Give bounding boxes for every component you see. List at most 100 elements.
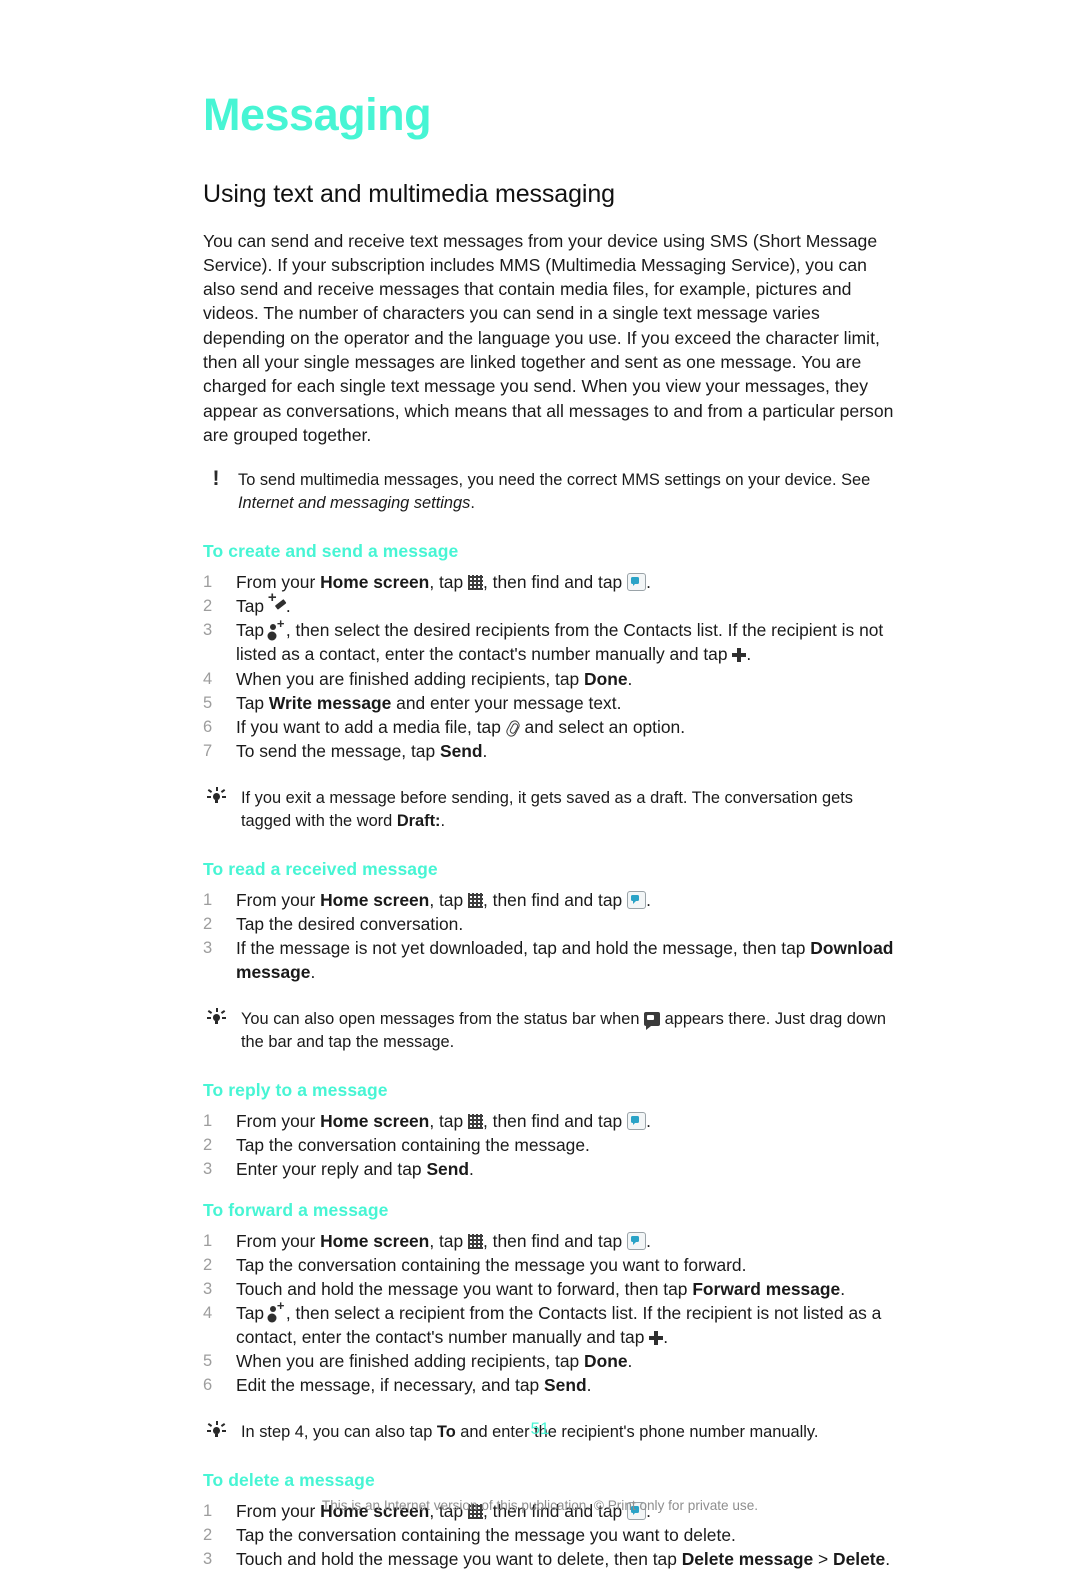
step-text: , tap [429,889,468,910]
step-number: 5 [203,1352,213,1371]
tip-status-bar: You can also open messages from the stat… [203,1008,903,1054]
note-italic-reference: Internet and messaging settings [238,494,471,513]
step-bold: Home screen [320,1111,430,1132]
step-number: 7 [203,741,213,760]
step-text: , tap [429,572,468,593]
steps-read-received: 1 From your Home screen, tap , then find … [203,888,903,984]
step-number: 1 [203,890,213,909]
step-bold: Forward message [692,1278,841,1299]
step-text: . [627,668,633,689]
step-item: 2 Tap . [203,590,903,618]
step-item: 3 Enter your reply and tap Send. [203,1157,903,1181]
step-bold: Send [426,1159,469,1180]
step-text: . [646,572,651,593]
step-item: 6 Edit the message, if necessary, and tap… [203,1373,903,1397]
step-item: 3 Touch and hold the message you want to … [203,1277,903,1301]
procedure-title-create-send: To create and send a message [203,541,459,562]
add-contact-icon [269,1298,286,1321]
step-text: , tap [429,1111,468,1132]
step-text: Tap [236,692,269,713]
messaging-app-icon [627,573,647,592]
step-item: 3 Tap , then select the desired recipient… [203,616,903,666]
step-item: 2 Tap the desired conversation. [203,912,903,936]
step-bold: Home screen [320,572,430,593]
step-item: 1 From your Home screen, tap , then find … [203,1109,903,1133]
step-text: . [310,962,316,983]
step-text: When you are finished adding recipients,… [236,1351,585,1372]
messaging-app-icon [627,890,647,909]
step-number: 6 [203,717,213,736]
step-bold: Send [439,740,483,761]
step-text: From your [236,1111,321,1132]
step-number: 2 [203,915,213,934]
paperclip-icon [506,720,520,736]
step-bold: Delete [833,1549,886,1570]
step-number: 3 [203,939,213,958]
step-item: 6 If you want to add a media file, tap an… [203,715,903,739]
document-page: Messaging Using text and multimedia mess… [0,0,1080,1569]
step-number: 1 [203,1112,213,1131]
page-number: 51 [530,1419,550,1438]
step-text: , then select a recipient from the Conta… [236,1302,882,1347]
step-text: Touch and hold the message you want to d… [236,1549,682,1570]
messaging-app-icon [627,1231,647,1250]
step-text: Tap the conversation containing the mess… [236,1254,747,1275]
tip-text: You can also open messages from the stat… [241,1010,645,1029]
step-number: 2 [203,597,213,616]
step-text: . [746,644,752,665]
tip-bold: Draft: [396,811,441,830]
lightbulb-icon [203,1008,229,1031]
note-mms-settings: ! To send multimedia messages, you need … [203,467,903,515]
step-text: , then find and tap [482,572,628,593]
step-text: , then select the desired recipients fro… [236,620,884,665]
step-number: 6 [203,1376,213,1395]
tip-text: . [440,811,446,830]
app-grid-icon [467,1233,483,1249]
step-text: and select an option. [519,716,686,737]
app-grid-icon [467,1114,483,1130]
step-text: When you are finished adding recipients,… [236,668,585,689]
step-text: . [468,1159,474,1180]
step-text: . [586,1375,592,1396]
step-text: . [663,1326,669,1347]
step-number: 2 [203,1136,213,1155]
step-item: 5 Tap Write message and enter your messag… [203,691,903,715]
steps-forward: 1 From your Home screen, tap , then find … [203,1229,903,1398]
step-text: To send the message, tap [236,740,440,761]
steps-reply: 1 From your Home screen, tap , then find … [203,1109,903,1181]
step-item: 2 Tap the conversation containing the mes… [203,1133,903,1157]
status-bar-message-icon [644,1012,661,1030]
step-text: . [646,889,651,910]
step-text: Tap [236,620,269,641]
step-number: 3 [203,1550,213,1569]
step-text: . [285,596,291,617]
step-item: 3 Touch and hold the message you want to … [203,1547,903,1571]
note-text: To send multimedia messages, you need th… [238,471,871,490]
step-item: 1 From your Home screen, tap , then find … [203,570,903,594]
messaging-app-icon [627,1112,647,1131]
step-item: 1 From your Home screen, tap , then find … [203,888,903,912]
procedure-title-forward: To forward a message [203,1199,389,1220]
add-contact-icon [269,616,286,639]
step-text: . [627,1351,633,1372]
procedure-title-reply: To reply to a message [203,1080,388,1101]
app-grid-icon [467,575,483,591]
step-item: 1 From your Home screen, tap , then find … [203,1229,903,1253]
page-content: Messaging Using text and multimedia mess… [203,92,903,1596]
plus-icon [732,648,747,663]
app-grid-icon [467,892,483,908]
step-text: From your [236,889,321,910]
step-bold: Home screen [320,889,430,910]
steps-create-send: 1 From your Home screen, tap , then find … [203,570,903,763]
step-bold: Send [544,1375,587,1396]
step-text: From your [236,572,321,593]
step-text: , then find and tap [482,1111,628,1132]
note-text-tail: . [470,494,475,513]
step-text: and enter your message text. [391,692,622,713]
exclamation-icon: ! [212,467,220,491]
step-bold: Home screen [320,1230,430,1251]
step-number: 4 [203,669,213,688]
step-text: . [482,740,488,761]
footer-copyright: This is an Internet version of this publ… [321,1498,759,1513]
chapter-title: Messaging [203,89,432,140]
